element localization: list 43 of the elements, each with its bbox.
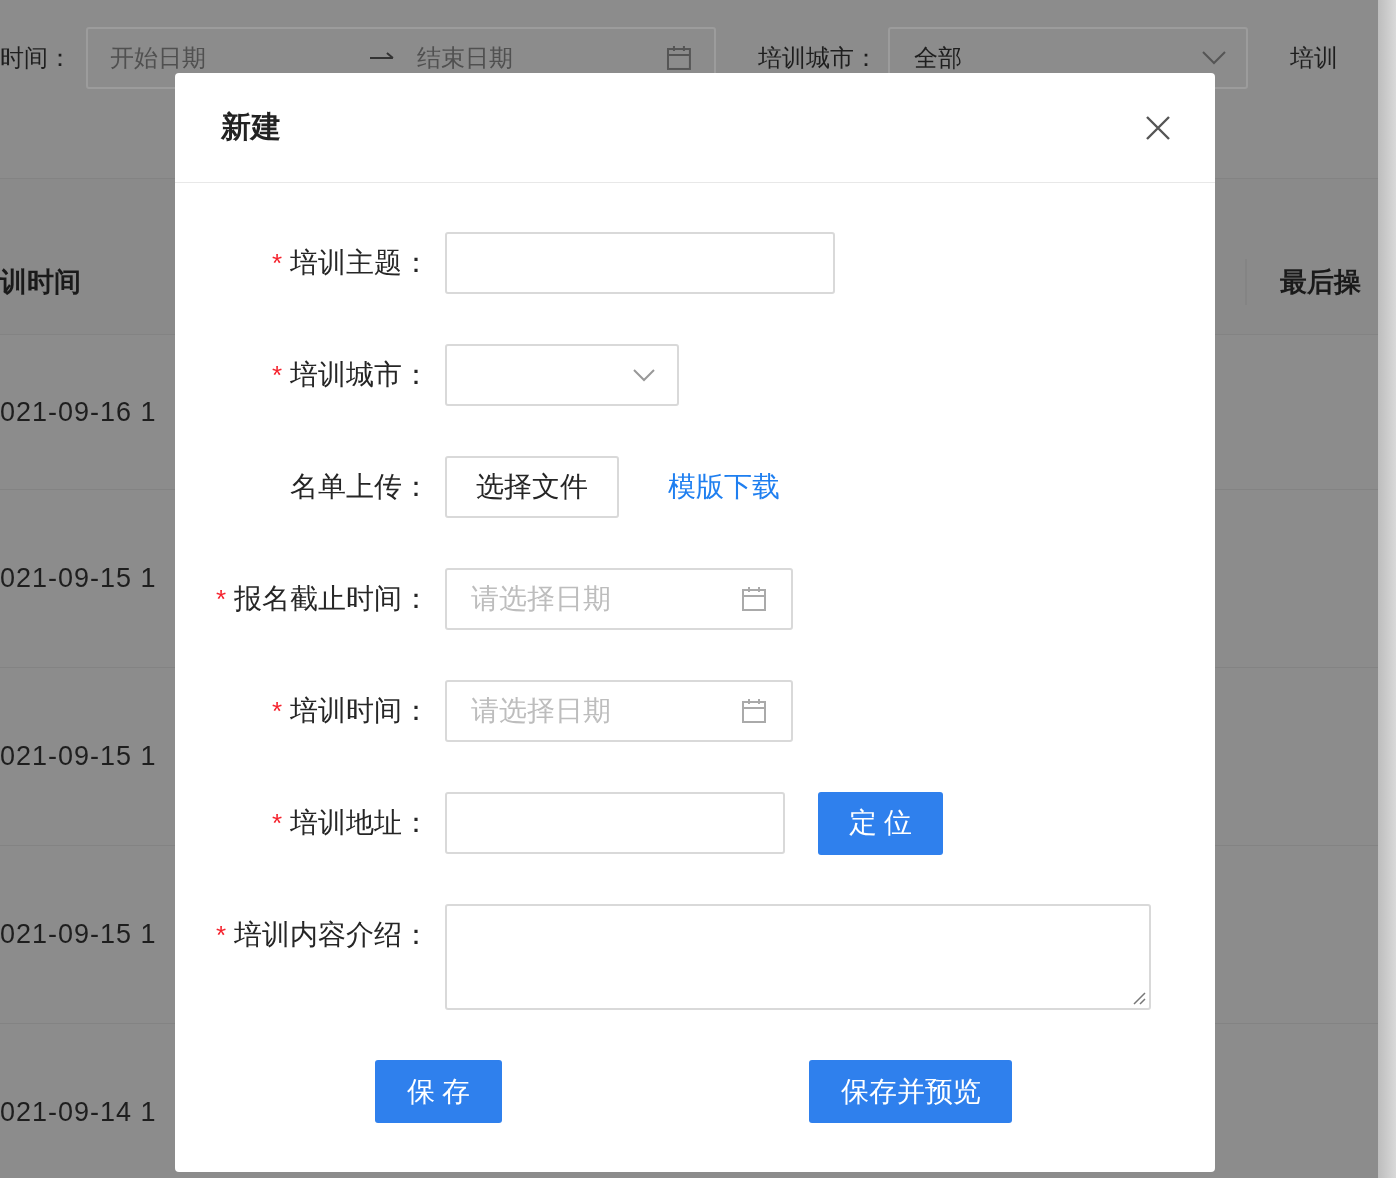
- required-asterisk: *: [215, 583, 226, 615]
- field-label: 培训时间：: [290, 694, 430, 728]
- choose-file-button[interactable]: 选择文件: [445, 456, 619, 518]
- resize-handle-icon[interactable]: [1132, 991, 1146, 1005]
- field-label: 培训城市：: [290, 358, 430, 392]
- column-header: 最后操: [1280, 266, 1361, 299]
- column-header: 训时间: [0, 266, 81, 299]
- chevron-down-icon: [633, 368, 655, 382]
- required-asterisk: *: [271, 359, 282, 391]
- filter-label: 时间：: [0, 43, 72, 73]
- field-label: 培训主题：: [290, 246, 430, 280]
- table-cell: 021-09-14 1: [0, 1097, 157, 1128]
- table-cell: 021-09-16 1: [0, 396, 157, 428]
- save-button[interactable]: 保 存: [375, 1060, 502, 1123]
- table-cell: 021-09-15 1: [0, 919, 157, 950]
- table-cell: 021-09-15 1: [0, 741, 157, 772]
- field-label: 报名截止时间：: [234, 582, 430, 616]
- template-download-link[interactable]: 模版下载: [668, 468, 780, 506]
- field-label: 培训内容介绍：: [234, 918, 430, 952]
- start-date-placeholder: 开始日期: [110, 46, 207, 70]
- required-asterisk: *: [271, 247, 282, 279]
- locate-button[interactable]: 定 位: [818, 791, 943, 855]
- required-asterisk: *: [271, 807, 282, 839]
- filter-label: 培训: [1290, 43, 1338, 73]
- save-and-preview-button[interactable]: 保存并预览: [809, 1060, 1012, 1123]
- required-asterisk: *: [215, 919, 226, 951]
- dialog-title: 新建: [221, 109, 281, 145]
- city-select[interactable]: [445, 344, 679, 406]
- scrollbar[interactable]: [1378, 0, 1396, 1178]
- end-date-placeholder: 结束日期: [417, 46, 514, 70]
- filter-label: 培训城市：: [758, 43, 878, 73]
- field-label: 培训地址：: [290, 806, 430, 840]
- address-input[interactable]: [445, 792, 785, 854]
- close-icon[interactable]: [1145, 114, 1171, 141]
- select-value: 全部: [914, 46, 962, 70]
- table-cell: 021-09-15 1: [0, 563, 157, 594]
- chevron-down-icon: [1202, 51, 1226, 65]
- subject-input[interactable]: [445, 232, 835, 294]
- field-label: 名单上传：: [290, 470, 430, 504]
- calendar-icon: [666, 45, 692, 71]
- calendar-icon: [741, 586, 767, 612]
- required-asterisk: *: [271, 695, 282, 727]
- calendar-icon: [741, 698, 767, 724]
